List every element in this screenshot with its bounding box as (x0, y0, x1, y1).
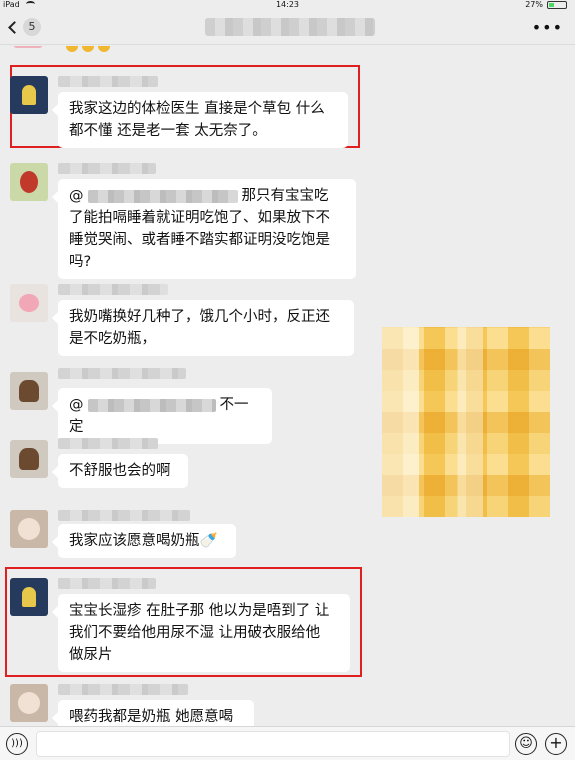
sender-name-redacted (58, 368, 186, 379)
message-bubble[interactable]: @ 那只有宝宝吃 了能拍嗝睡着就证明吃饱了、如果放下不 睡觉哭闹、或者睡不踏实都证… (52, 179, 356, 279)
message-bubble[interactable]: 不舒服也会的啊 (52, 454, 188, 488)
chat-title-redacted (205, 18, 375, 36)
message-bubble[interactable]: 我家应该愿意喝奶瓶🍼 (52, 524, 236, 558)
emoji-icon[interactable]: ☺ (515, 733, 537, 755)
message-bubble[interactable]: 我奶嘴换好几种了，饿几个小时，反正还 是不吃奶瓶， (52, 300, 354, 356)
back-button[interactable]: 5 (6, 18, 41, 36)
status-bar: iPad 14:23 27% (0, 0, 575, 10)
avatar[interactable] (10, 163, 48, 201)
mention-redacted (87, 398, 216, 412)
message-bubble[interactable]: 宝宝长湿疹 在肚子那 他以为是唔到了 让 我们不要给他用尿不湿 让用破衣服给他 … (52, 594, 350, 672)
message-line: 不舒服也会的啊 (69, 463, 171, 479)
message-line: 了能拍嗝睡着就证明吃饱了、如果放下不 (69, 210, 330, 226)
message-bubble[interactable]: 喂药我都是奶瓶 她愿意喝 (52, 700, 254, 726)
message-line: 都不懂 还是老一套 太无奈了。 (69, 123, 267, 139)
pixelated-image-message[interactable] (382, 327, 550, 517)
clock: 14:23 (275, 0, 300, 9)
avatar[interactable] (10, 440, 48, 478)
avatar[interactable] (10, 684, 48, 722)
message-line: 我们不要给他用尿不湿 让用破衣服给他 (69, 625, 321, 641)
chevron-left-icon (8, 20, 21, 34)
message-line: 喂药我都是奶瓶 她愿意喝 (69, 709, 234, 725)
sender-name-redacted (58, 578, 156, 589)
chat-header: 5 ••• (0, 10, 575, 45)
sender-name-redacted (58, 284, 168, 295)
message-line: 是不吃奶瓶， (69, 331, 156, 347)
message-line: 宝宝长湿疹 在肚子那 他以为是唔到了 让 (69, 603, 330, 619)
sender-name-redacted (58, 510, 190, 521)
avatar[interactable] (10, 76, 48, 114)
previous-message-emoji (66, 46, 126, 54)
voice-icon[interactable]: ))) (6, 733, 28, 755)
mention-redacted (87, 189, 238, 203)
avatar[interactable] (10, 578, 48, 616)
battery-percent: 27% (525, 0, 543, 9)
message-line: @ 那只有宝宝吃 (69, 188, 329, 204)
battery-icon (547, 1, 567, 9)
sender-name-redacted (58, 684, 188, 695)
avatar[interactable] (10, 372, 48, 410)
avatar[interactable] (10, 284, 48, 322)
sender-name-redacted (58, 438, 158, 449)
message-line: 我奶嘴换好几种了，饿几个小时，反正还 (69, 309, 330, 325)
previous-avatar-stub (13, 46, 43, 48)
message-line: 我家这边的体检医生 直接是个草包 什么 (69, 101, 325, 117)
sender-name-redacted (58, 163, 156, 174)
message-line: 我家应该愿意喝奶瓶🍼 (69, 533, 218, 549)
message-line: 吗? (69, 254, 92, 270)
message-bubble[interactable]: @ 不一定 (52, 388, 272, 444)
input-bar: ))) ☺ + (0, 726, 575, 760)
unread-count-badge: 5 (23, 18, 41, 36)
message-bubble[interactable]: 我家这边的体检医生 直接是个草包 什么 都不懂 还是老一套 太无奈了。 (52, 92, 348, 148)
avatar[interactable] (10, 510, 48, 548)
sender-name-redacted (58, 76, 158, 87)
more-options-button[interactable]: ••• (532, 18, 563, 37)
message-line: 做尿片 (69, 647, 113, 663)
baby-bottle-emoji: 🍼 (199, 533, 218, 549)
plus-icon[interactable]: + (545, 733, 567, 755)
message-list[interactable]: 我家这边的体检医生 直接是个草包 什么 都不懂 还是老一套 太无奈了。 @ 那只有… (0, 46, 575, 726)
message-line: @ 不一定 (69, 397, 249, 435)
message-line: 睡觉哭闹、或者睡不踏实都证明没吃饱是 (69, 232, 330, 248)
message-input[interactable] (36, 731, 510, 757)
